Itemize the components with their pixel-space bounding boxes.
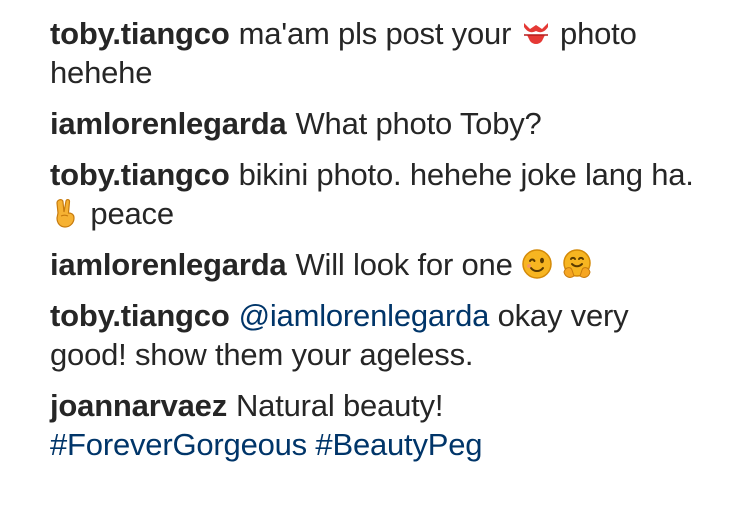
comment-item: iamlorenlegarda What photo Toby? [50,104,710,143]
comment-text: bikini photo. hehehe joke lang ha. [238,157,694,192]
comment-username[interactable]: toby.tiangco [50,16,230,51]
comment-username[interactable]: toby.tiangco [50,298,230,333]
hugging-face-icon [561,248,593,280]
winking-face-icon [521,248,553,280]
comment-text: peace [90,196,174,231]
comment-text: Will look for one [295,247,513,282]
comment-item: toby.tiangco @iamlorenlegarda okay very g… [50,296,710,374]
comment-text: What photo Toby? [295,106,542,141]
hashtag-link[interactable]: #ForeverGorgeous [50,427,307,462]
comment-item: toby.tiangco bikini photo. hehehe joke la… [50,155,710,233]
victory-hand-icon [50,197,82,229]
comment-item: iamlorenlegarda Will look for one [50,245,710,284]
comment-username[interactable]: toby.tiangco [50,157,230,192]
bikini-icon [520,17,552,49]
comment-username[interactable]: joannarvaez [50,388,227,423]
comment-text: Natural beauty! [236,388,444,423]
user-mention-link[interactable]: @iamlorenlegarda [239,298,490,333]
comment-text: ma'am pls post your [238,16,512,51]
comment-item: joannarvaez Natural beauty! #ForeverGorge… [50,386,710,464]
comment-item: toby.tiangco ma'am pls post your photo he… [50,14,710,92]
comment-username[interactable]: iamlorenlegarda [50,106,287,141]
comment-list: toby.tiangco ma'am pls post your photo he… [0,0,750,520]
comment-username[interactable]: iamlorenlegarda [50,247,287,282]
hashtag-link[interactable]: #BeautyPeg [315,427,482,462]
